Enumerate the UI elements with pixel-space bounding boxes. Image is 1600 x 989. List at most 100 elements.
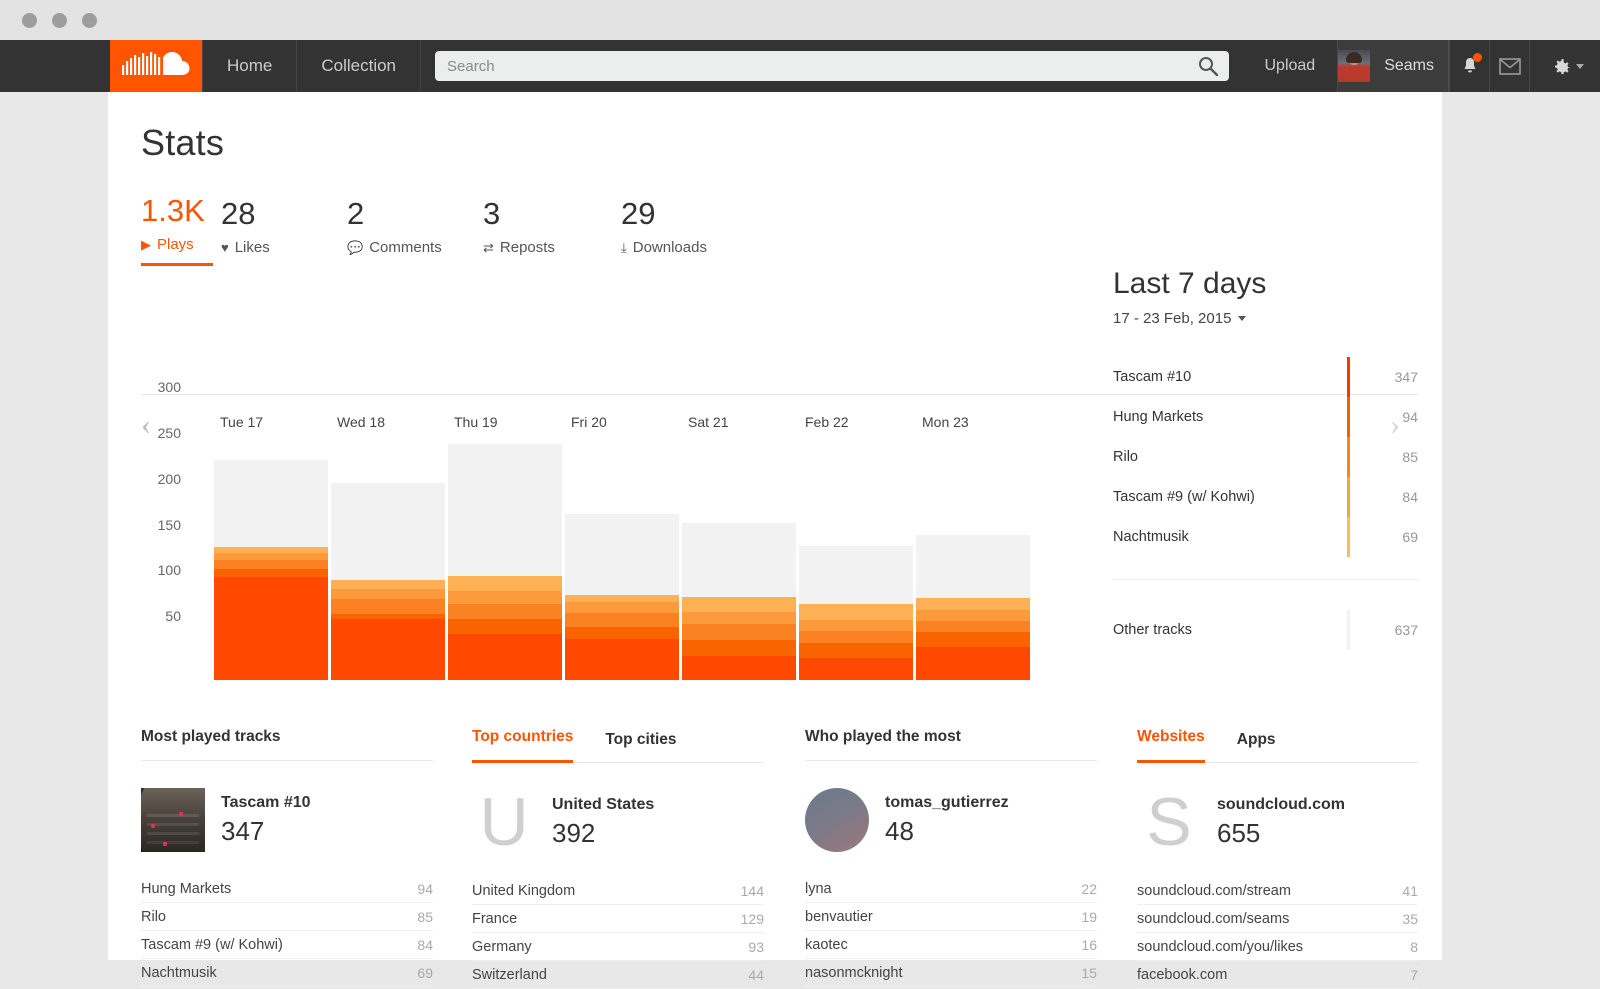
- list-item[interactable]: Switzerland44: [472, 961, 764, 989]
- list-item-label: United Kingdom: [472, 883, 718, 899]
- user-name-label: Seams: [1370, 57, 1448, 75]
- list-item[interactable]: France129: [472, 905, 764, 933]
- stacked-bar: [214, 460, 328, 680]
- legend-track-name: Tascam #10: [1113, 369, 1343, 385]
- list-item[interactable]: nasonmcknight15: [805, 959, 1097, 987]
- panel-sources: Websites Apps S soundcloud.com 655 sound…: [1137, 728, 1418, 989]
- legend-track-row[interactable]: Tascam #10 347: [1113, 357, 1418, 397]
- hero-website[interactable]: S soundcloud.com 655: [1137, 789, 1418, 855]
- list-item-value: 85: [387, 909, 433, 925]
- bar-segment: [331, 580, 445, 589]
- bar-segment: [331, 619, 445, 680]
- stats-page: Stats 1.3K ▶ Plays 28 ♥ Likes 2 💬 Commen…: [108, 92, 1442, 960]
- bar-segment: [682, 597, 796, 613]
- settings-menu[interactable]: [1529, 40, 1600, 92]
- hero-country[interactable]: U United States 392: [472, 789, 764, 855]
- list-item[interactable]: facebook.com7: [1137, 961, 1418, 989]
- legend-track-list: Tascam #10347Hung Markets94Rilo85Tascam …: [1113, 357, 1418, 557]
- x-axis-label: Thu 19: [446, 414, 563, 430]
- notifications-button[interactable]: [1449, 40, 1489, 92]
- hero-listener[interactable]: tomas_gutierrez 48: [805, 787, 1097, 853]
- list-item-label: nasonmcknight: [805, 965, 1051, 981]
- range-picker[interactable]: 17 - 23 Feb, 2015: [1113, 310, 1418, 327]
- list-item-label: facebook.com: [1137, 967, 1372, 983]
- list-item[interactable]: benvautier19: [805, 903, 1097, 931]
- metric-tab-plays[interactable]: 1.3K ▶ Plays: [141, 194, 213, 266]
- panel-header-tracks: Most played tracks: [141, 728, 433, 761]
- tab-apps[interactable]: Apps: [1237, 731, 1276, 763]
- nav-right-group: Upload Seams: [1243, 40, 1600, 92]
- search-input[interactable]: [435, 51, 1228, 81]
- list-item[interactable]: Germany93: [472, 933, 764, 961]
- search-icon[interactable]: [1197, 55, 1219, 77]
- legend-track-row[interactable]: Hung Markets94: [1113, 397, 1418, 437]
- nav-left-spacer: [0, 40, 110, 92]
- hero-website-text: soundcloud.com 655: [1217, 796, 1345, 849]
- legend-track-row[interactable]: Tascam #9 (w/ Kohwi)84: [1113, 477, 1418, 517]
- nav-item-collection[interactable]: Collection: [297, 40, 421, 92]
- bar-segment: [448, 591, 562, 604]
- bar-segment: [565, 595, 679, 602]
- list-item[interactable]: Hung Markets94: [141, 875, 433, 903]
- chart-x-axis: Tue 17Wed 18Thu 19Fri 20Sat 21Feb 22Mon …: [212, 414, 1147, 430]
- legend-track-swatch: [1347, 437, 1350, 477]
- bar-segment: [682, 624, 796, 640]
- user-menu[interactable]: Seams: [1337, 40, 1449, 92]
- metric-tab-comments[interactable]: 2 💬 Comments: [347, 197, 475, 266]
- bar-segment: [799, 643, 913, 659]
- repost-icon: ⇄: [483, 241, 494, 254]
- window-titlebar: [0, 0, 1600, 40]
- avatar: [1338, 50, 1370, 82]
- date-range-header: Last 7 days 17 - 23 Feb, 2015: [1113, 267, 1418, 327]
- messages-button[interactable]: [1489, 40, 1529, 92]
- bar-segment: [565, 602, 679, 613]
- list-item[interactable]: soundcloud.com/you/likes8: [1137, 933, 1418, 961]
- range-subtitle: 17 - 23 Feb, 2015: [1113, 310, 1231, 327]
- panel-geography: Top countries Top cities U United States…: [472, 728, 764, 989]
- tab-top-countries[interactable]: Top countries: [472, 728, 573, 763]
- y-axis-tick: 50: [165, 608, 181, 624]
- search-box[interactable]: [435, 51, 1228, 81]
- list-item-label: benvautier: [805, 909, 1051, 925]
- bar-segment: [682, 640, 796, 656]
- lower-panels: Most played tracks Tascam #10 347 Hung M…: [108, 728, 1442, 960]
- legend-track-name: Hung Markets: [1113, 409, 1343, 425]
- list-item-value: 69: [387, 965, 433, 981]
- tab-websites[interactable]: Websites: [1137, 728, 1205, 763]
- window-close-button[interactable]: [22, 13, 37, 28]
- x-axis-label: Tue 17: [212, 414, 329, 430]
- legend-other-tracks-row[interactable]: Other tracks 637: [1113, 610, 1418, 650]
- chevron-left-icon[interactable]: ‹: [141, 410, 151, 440]
- window-minimize-button[interactable]: [52, 13, 67, 28]
- list-item-label: Rilo: [141, 909, 387, 925]
- bar-segment: [916, 610, 1030, 620]
- list-item[interactable]: Tascam #9 (w/ Kohwi)84: [141, 931, 433, 959]
- list-item[interactable]: soundcloud.com/stream41: [1137, 877, 1418, 905]
- bar-segment: [214, 553, 328, 560]
- metric-label-downloads-text: Downloads: [633, 239, 707, 256]
- tab-top-cities[interactable]: Top cities: [605, 731, 676, 763]
- list-item[interactable]: lyna22: [805, 875, 1097, 903]
- metric-tab-reposts[interactable]: 3 ⇄ Reposts: [483, 197, 613, 266]
- metric-tab-likes[interactable]: 28 ♥ Likes: [221, 197, 339, 266]
- soundcloud-logo-icon[interactable]: [110, 40, 202, 92]
- legend-track-row[interactable]: Nachtmusik69: [1113, 517, 1418, 557]
- hero-track[interactable]: Tascam #10 347: [141, 787, 433, 853]
- metric-tab-downloads[interactable]: 29 ⤓ Downloads: [621, 197, 761, 266]
- bar-segment: [448, 619, 562, 635]
- legend-track-count: 69: [1366, 529, 1418, 545]
- legend-divider: [1113, 579, 1418, 580]
- list-item[interactable]: kaotec16: [805, 931, 1097, 959]
- window-maximize-button[interactable]: [82, 13, 97, 28]
- gear-icon: [1550, 56, 1571, 77]
- upload-button[interactable]: Upload: [1243, 40, 1338, 92]
- play-icon: ▶: [141, 238, 151, 251]
- legend-track-row[interactable]: Rilo85: [1113, 437, 1418, 477]
- legend-track-count: 347: [1366, 369, 1418, 385]
- list-item[interactable]: United Kingdom144: [472, 877, 764, 905]
- list-item[interactable]: Nachtmusik69: [141, 959, 433, 987]
- metric-label-plays: ▶ Plays: [141, 228, 213, 266]
- list-item[interactable]: Rilo85: [141, 903, 433, 931]
- list-item[interactable]: soundcloud.com/seams35: [1137, 905, 1418, 933]
- nav-item-home[interactable]: Home: [202, 40, 297, 92]
